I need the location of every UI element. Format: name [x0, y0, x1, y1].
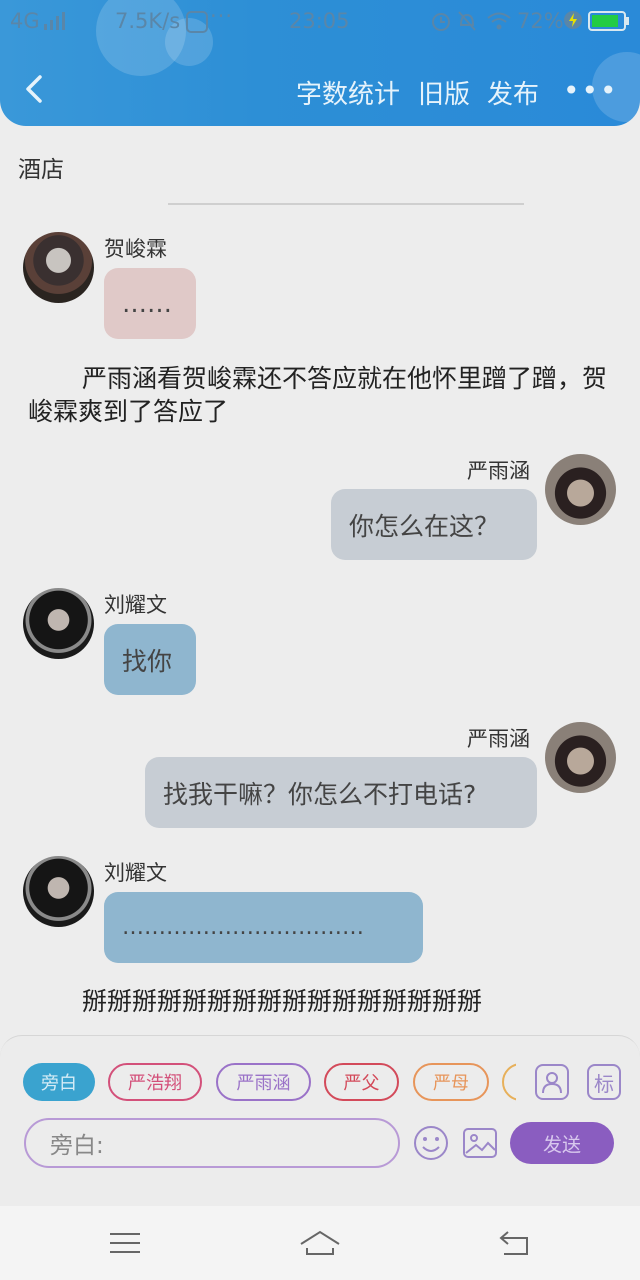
network-indicator: 4G	[10, 9, 40, 33]
publish-button[interactable]: 发布	[487, 74, 539, 111]
story-title[interactable]: 酒店	[18, 150, 64, 184]
message-bubble[interactable]: ……	[104, 268, 196, 339]
role-chip[interactable]: 严雨涵	[216, 1063, 311, 1101]
speaker-name: 严雨涵	[467, 459, 530, 483]
app-notification-icon	[186, 11, 208, 33]
title-divider	[168, 203, 524, 205]
avatar[interactable]	[545, 722, 616, 793]
app-header: 4G 7.5K/s ··· 23:05 72% 字数统计 旧版 发布 •••	[0, 0, 640, 126]
add-role-icon[interactable]	[535, 1064, 569, 1100]
battery-icon	[588, 11, 629, 31]
signal-icon	[44, 12, 65, 30]
speaker-name: 严雨涵	[467, 727, 530, 751]
speaker-name: 贺峻霖	[104, 237, 167, 261]
avatar[interactable]	[23, 588, 94, 659]
role-chip-narrator[interactable]: 旁白	[23, 1063, 95, 1101]
back-icon[interactable]	[498, 1230, 530, 1256]
role-chip[interactable]: 严父	[324, 1063, 399, 1101]
narration-text[interactable]: 掰掰掰掰掰掰掰掰掰掰掰掰掰掰掰掰	[82, 985, 622, 1018]
emoji-icon[interactable]	[413, 1125, 449, 1161]
mute-icon	[458, 11, 476, 31]
menu-icon[interactable]	[110, 1232, 140, 1254]
top-nav: 字数统计 旧版 发布 •••	[0, 60, 640, 126]
role-chip[interactable]: 严浩翔	[108, 1063, 202, 1101]
narration-text[interactable]: 严雨涵看贺峻霖还不答应就在他怀里蹭了蹭，贺峻霖爽到了答应了	[28, 362, 616, 428]
system-nav-bar	[0, 1206, 640, 1280]
battery-percent: 72%	[517, 9, 564, 33]
old-version-button[interactable]: 旧版	[418, 74, 470, 111]
send-button[interactable]: 发送	[510, 1122, 614, 1164]
message-bubble[interactable]: 找你	[104, 624, 196, 695]
alarm-icon	[432, 13, 450, 31]
image-icon[interactable]	[462, 1125, 498, 1161]
charging-icon	[564, 11, 582, 29]
back-arrow-icon[interactable]	[22, 74, 46, 104]
role-chip[interactable]: 严母	[413, 1063, 489, 1101]
overflow-notification-icon: ···	[210, 4, 234, 28]
message-bubble[interactable]: 找我干嘛？你怎么不打电话?	[145, 757, 537, 828]
home-icon[interactable]	[299, 1230, 341, 1256]
speaker-name: 刘耀文	[104, 861, 167, 885]
message-bubble[interactable]: 你怎么在这？	[331, 489, 537, 560]
message-bubble[interactable]: ……………………………	[104, 892, 423, 963]
more-options-icon[interactable]: •••	[563, 74, 619, 107]
network-speed: 7.5K/s	[115, 9, 181, 33]
speaker-name: 刘耀文	[104, 593, 167, 617]
message-input[interactable]: 旁白:	[24, 1118, 400, 1168]
status-bar: 4G 7.5K/s ··· 23:05 72%	[0, 0, 640, 44]
avatar[interactable]	[23, 856, 94, 927]
role-chip-partial[interactable]	[502, 1063, 516, 1101]
avatar[interactable]	[23, 232, 94, 303]
avatar[interactable]	[545, 454, 616, 525]
tag-icon[interactable]: 标	[587, 1064, 621, 1100]
clock: 23:05	[289, 9, 350, 33]
wifi-icon	[487, 12, 511, 30]
word-count-button[interactable]: 字数统计	[296, 74, 400, 111]
